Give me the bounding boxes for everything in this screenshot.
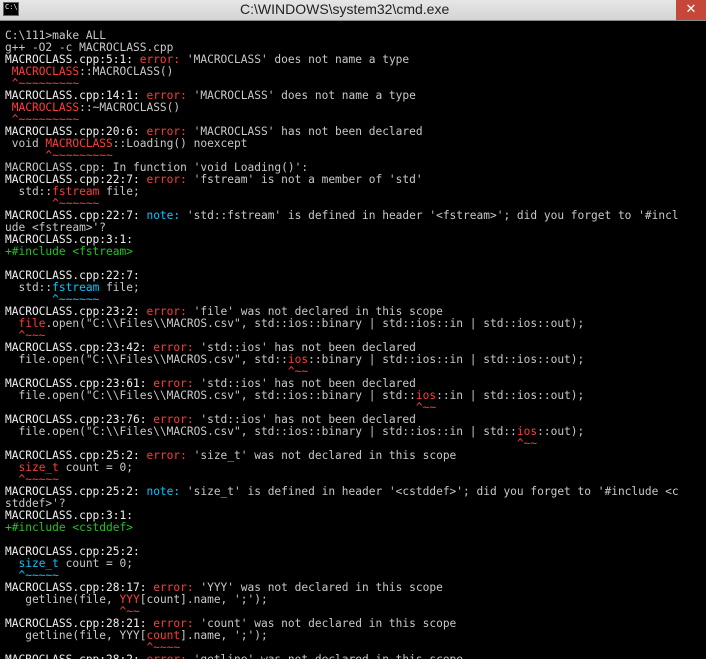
console-text: ::in | std::ios::out);: [436, 389, 585, 402]
console-text: ::Loading() noexcept: [112, 137, 248, 150]
console-text: +#include <cstddef>: [5, 521, 133, 534]
console-text: 'fstream' is not a member of 'std': [193, 173, 423, 186]
console-text: [count].name, ';');: [139, 593, 268, 606]
window-title: C:\WINDOWS\system32\cmd.exe: [240, 1, 450, 17]
console-text: error:: [146, 173, 194, 186]
console-line: std::fstream file;: [5, 282, 679, 294]
console-text: note:: [146, 209, 187, 222]
console-text: error:: [146, 653, 193, 659]
console-text: 'MACROCLASS' does not name a type: [193, 89, 416, 102]
console-text: 'size_t' was not declared in this scope: [193, 449, 457, 462]
console-line: MACROCLASS::MACROCLASS(): [5, 66, 679, 78]
console-text: 'std::fstream' is defined in header '<fs…: [186, 209, 679, 222]
console-line: std::fstream file;: [5, 186, 679, 198]
title-bar[interactable]: C:\ C:\WINDOWS\system32\cmd.exe ✕: [0, 0, 706, 21]
console-text: ::out);: [537, 425, 585, 438]
console-text: ].name, ';');: [180, 629, 268, 642]
console-text: ::binary | std::ios::in | std::ios::out)…: [308, 353, 585, 366]
console-text: MACROCLASS.cpp:28:2:: [5, 653, 146, 659]
console-text: ::~MACROCLASS(): [79, 101, 181, 114]
console-text: ::MACROCLASS(): [79, 65, 174, 78]
console-line: MACROCLASS::~MACROCLASS(): [5, 102, 679, 114]
console-text: file;: [99, 281, 140, 294]
console-text: 'size_t' is defined in header '<cstddef>…: [186, 485, 679, 498]
console-text: count = 0;: [58, 557, 133, 570]
console-line: size_t count = 0;: [5, 462, 679, 474]
console-line: +#include <fstream>: [5, 246, 679, 258]
console-text: +#include <fstream>: [5, 245, 133, 258]
console-text: error:: [146, 449, 194, 462]
close-button[interactable]: ✕: [676, 0, 706, 20]
console-line: MACROCLASS.cpp:25:2: note: 'size_t' is d…: [5, 486, 679, 498]
console-text: file;: [99, 185, 140, 198]
console-line: +#include <cstddef>: [5, 522, 679, 534]
console-line: file.open("C:\\Files\\MACROS.csv", std::…: [5, 318, 679, 330]
console-text: 'MACROCLASS' does not name a type: [186, 53, 410, 66]
console-text: 'getline' was not declared in this scope: [194, 653, 463, 659]
console-text: note:: [146, 485, 187, 498]
console-output[interactable]: C:\111>make ALL g++ -O2 -c MACROCLASS.cpp…: [0, 21, 706, 659]
console-line: size_t count = 0;: [5, 558, 679, 570]
console-text: count = 0;: [58, 461, 133, 474]
console-text: .open("C:\\Files\\MACROS.csv", std::ios:…: [45, 317, 585, 330]
cmd-icon: C:\: [3, 2, 19, 16]
console-lines: C:\111>make ALL g++ -O2 -c MACROCLASS.cpp…: [5, 30, 679, 659]
console-line: MACROCLASS.cpp:28:2: error: 'getline' wa…: [5, 654, 679, 659]
